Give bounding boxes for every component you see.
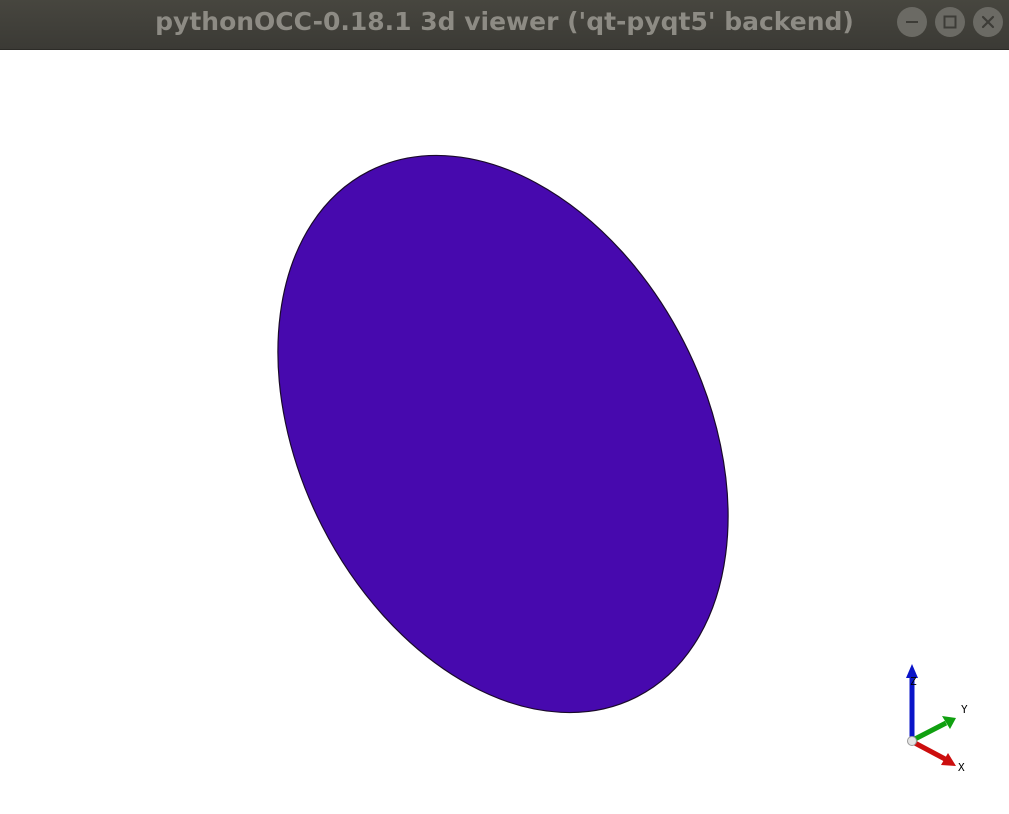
app-window: pythonOCC-0.18.1 3d viewer ('qt-pyqt5' b… xyxy=(0,0,1009,814)
minimize-icon xyxy=(906,21,918,23)
window-controls xyxy=(897,7,1003,37)
y-axis-label: Y xyxy=(961,703,968,716)
3d-viewport[interactable]: Z Y X xyxy=(0,50,1009,814)
view-triedron: Z Y X xyxy=(906,664,968,774)
maximize-button[interactable] xyxy=(935,7,965,37)
title-bar[interactable]: pythonOCC-0.18.1 3d viewer ('qt-pyqt5' b… xyxy=(0,0,1009,50)
y-axis-arrow xyxy=(911,716,956,743)
x-axis-label: X xyxy=(958,761,965,774)
window-title: pythonOCC-0.18.1 3d viewer ('qt-pyqt5' b… xyxy=(155,7,854,36)
maximize-icon xyxy=(943,15,957,29)
z-axis-label: Z xyxy=(910,675,917,688)
viewport-canvas[interactable]: Z Y X xyxy=(0,50,1009,814)
close-button[interactable] xyxy=(973,7,1003,37)
close-icon xyxy=(981,15,995,29)
minimize-button[interactable] xyxy=(897,7,927,37)
x-axis-arrow xyxy=(911,739,956,766)
elliptical-face[interactable] xyxy=(188,79,818,789)
triedron-origin xyxy=(907,736,917,746)
